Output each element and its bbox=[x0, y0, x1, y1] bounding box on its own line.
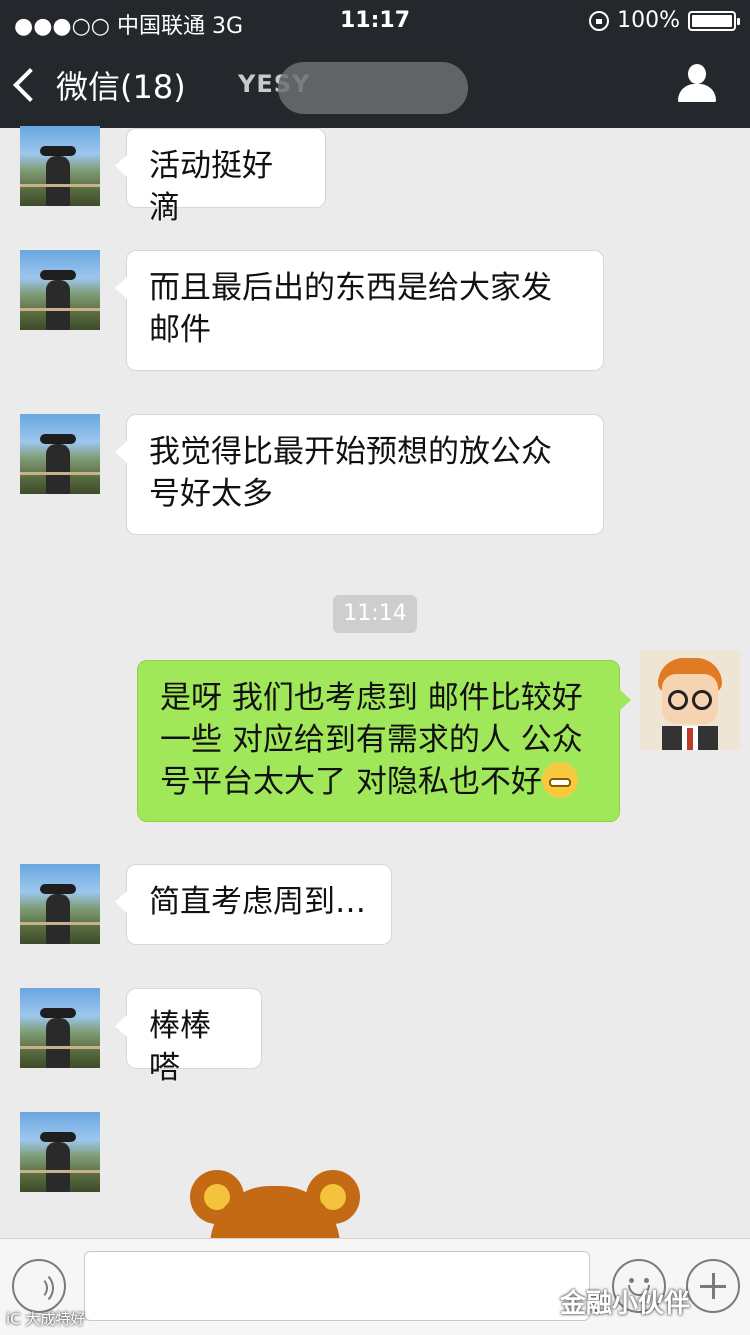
watermark-left: iC 大成特好 bbox=[6, 1310, 86, 1328]
voice-button[interactable] bbox=[12, 1259, 66, 1313]
message-bubble[interactable]: 活动挺好滴 bbox=[115, 128, 326, 226]
top-bar: ●●●○○ 中国联通 3G 11:17 100% 微信(18) YESY bbox=[0, 0, 750, 128]
message-bubble[interactable]: 我觉得比最开始预想的放公众号好太多 bbox=[115, 414, 604, 535]
my-avatar[interactable] bbox=[640, 650, 740, 750]
plus-button[interactable] bbox=[686, 1259, 740, 1313]
contact-avatar[interactable] bbox=[20, 1112, 100, 1192]
redaction-mask bbox=[278, 62, 468, 114]
voice-wave-icon bbox=[22, 1271, 54, 1305]
message-bubble[interactable]: 棒棒嗒 bbox=[115, 988, 262, 1086]
rotation-lock-icon bbox=[589, 10, 610, 31]
chevron-left-icon bbox=[13, 68, 47, 102]
grin-emoji-icon bbox=[541, 762, 578, 798]
watermark-right: 金融小伙伴 bbox=[560, 1289, 691, 1319]
timestamp-badge: 11:14 bbox=[333, 595, 417, 633]
message-text: 棒棒嗒 bbox=[149, 1008, 211, 1086]
message-bubble[interactable]: 而且最后出的东西是给大家发邮件 bbox=[115, 250, 604, 371]
message-text: 而且最后出的东西是给大家发邮件 bbox=[149, 270, 552, 348]
message-text: 我觉得比最开始预想的放公众号好太多 bbox=[149, 434, 552, 512]
back-label: 微信(18) bbox=[56, 68, 186, 106]
message-text: 是呀 我们也考虑到 邮件比较好一些 对应给到有需求的人 公众号平台太大了 对隐私… bbox=[160, 680, 583, 800]
battery-percent: 100% bbox=[617, 8, 680, 33]
status-bar: ●●●○○ 中国联通 3G 11:17 100% bbox=[0, 0, 750, 42]
contact-avatar[interactable] bbox=[20, 414, 100, 494]
chat-title: YESY bbox=[238, 62, 470, 114]
nav-bar: 微信(18) YESY bbox=[0, 42, 750, 128]
message-text: 简直考虑周到… bbox=[149, 884, 366, 920]
my-message-bubble[interactable]: 是呀 我们也考虑到 邮件比较好一些 对应给到有需求的人 公众号平台太大了 对隐私… bbox=[137, 660, 631, 822]
contact-avatar[interactable] bbox=[20, 988, 100, 1068]
battery-icon bbox=[688, 10, 740, 31]
contact-avatar[interactable] bbox=[20, 126, 100, 206]
back-button[interactable]: 微信(18) bbox=[13, 62, 186, 108]
message-input[interactable] bbox=[84, 1251, 590, 1321]
contact-avatar[interactable] bbox=[20, 864, 100, 944]
message-bubble[interactable]: 简直考虑周到… bbox=[115, 864, 392, 945]
bear-sticker[interactable] bbox=[190, 1170, 360, 1266]
person-icon[interactable] bbox=[678, 64, 716, 104]
message-text: 活动挺好滴 bbox=[149, 148, 273, 226]
contact-avatar[interactable] bbox=[20, 250, 100, 330]
status-right: 100% bbox=[589, 8, 740, 33]
